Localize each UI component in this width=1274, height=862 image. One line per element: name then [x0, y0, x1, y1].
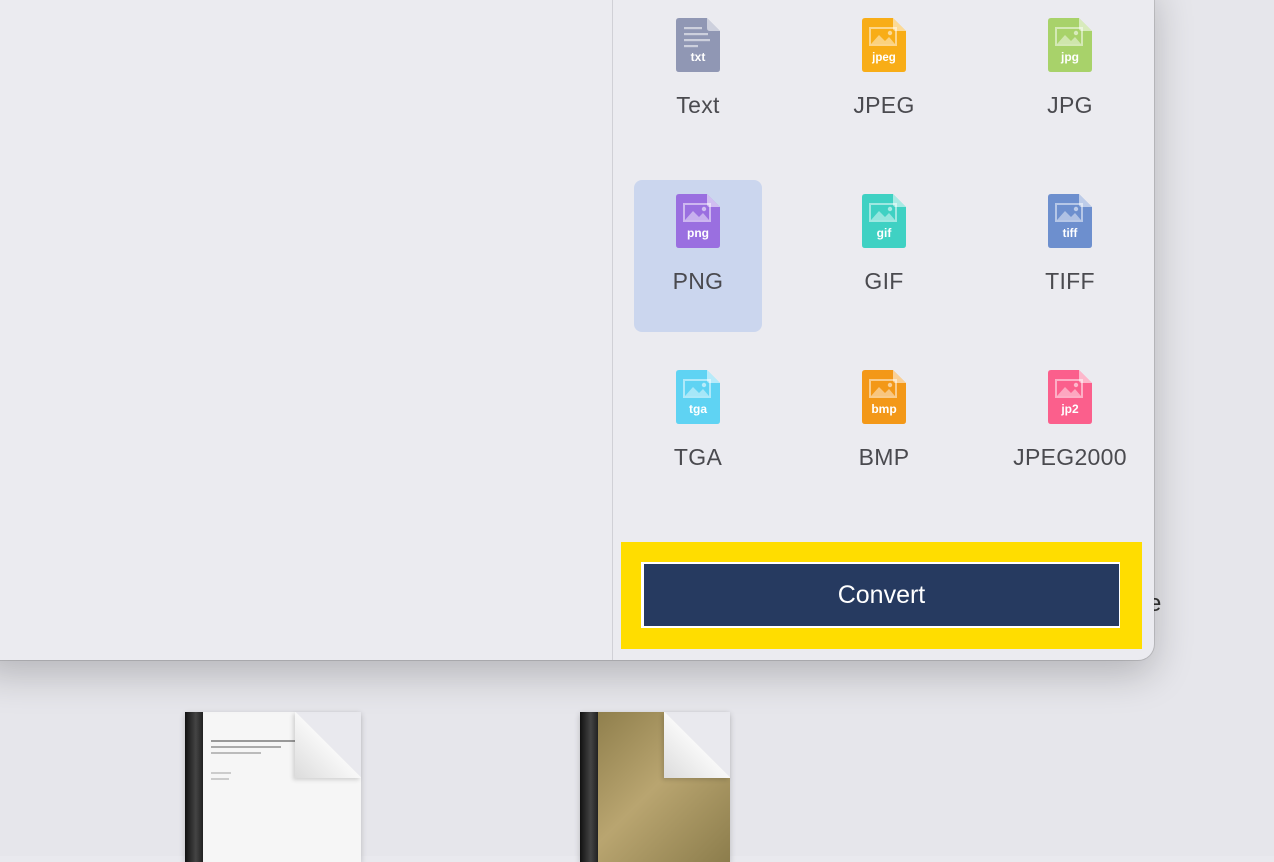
format-option-jp2[interactable]: jp2 JPEG2000 [1006, 356, 1134, 508]
format-label: GIF [864, 268, 904, 294]
format-option-jpg[interactable]: jpg JPG [1006, 4, 1134, 156]
format-option-tiff[interactable]: tiff TIFF [1006, 180, 1134, 332]
image-file-icon: png [676, 194, 720, 248]
file-icon-badge: jpg [1060, 50, 1079, 64]
format-label: Text [676, 92, 720, 118]
convert-button[interactable]: Convert [644, 564, 1119, 626]
format-label: BMP [858, 444, 910, 470]
convert-button-border: Convert [641, 562, 1120, 628]
format-label: JPEG [853, 92, 915, 118]
format-option-gif[interactable]: gif GIF [820, 180, 948, 332]
format-label: TIFF [1045, 268, 1095, 294]
file-icon-badge: txt [691, 50, 706, 64]
file-icon-badge: gif [877, 226, 893, 240]
image-file-icon: tiff [1048, 194, 1092, 248]
file-icon-badge: tga [689, 402, 707, 416]
desktop-book-thumbnail[interactable] [580, 712, 730, 862]
convert-button-highlight: Convert [621, 542, 1142, 649]
format-label: TGA [673, 444, 723, 470]
file-icon-badge: bmp [871, 402, 896, 416]
text-file-icon: txt [676, 18, 720, 72]
page-curl [295, 712, 361, 778]
format-label: PNG [672, 268, 724, 294]
format-label: JPEG2000 [1013, 444, 1127, 470]
format-option-jpeg[interactable]: jpeg JPEG [820, 4, 948, 156]
file-icon-badge: jp2 [1060, 402, 1079, 416]
image-file-icon: jpg [1048, 18, 1092, 72]
image-file-icon: jpeg [862, 18, 906, 72]
image-file-icon: gif [862, 194, 906, 248]
format-option-bmp[interactable]: bmp BMP [820, 356, 948, 508]
file-icon-badge: jpeg [871, 52, 896, 64]
file-icon-badge: tiff [1063, 228, 1078, 240]
format-label: JPG [1047, 92, 1093, 118]
desktop-document-thumbnail[interactable] [185, 712, 361, 862]
image-file-icon: bmp [862, 370, 906, 424]
format-option-txt[interactable]: txt Text [634, 4, 762, 156]
image-file-icon: tga [676, 370, 720, 424]
image-file-icon: jp2 [1048, 370, 1092, 424]
file-icon-badge: png [687, 226, 709, 240]
format-option-png[interactable]: png PNG [634, 180, 762, 332]
format-option-tga[interactable]: tga TGA [634, 356, 762, 508]
document-preview-pane [0, 0, 612, 660]
page-curl [664, 712, 730, 778]
